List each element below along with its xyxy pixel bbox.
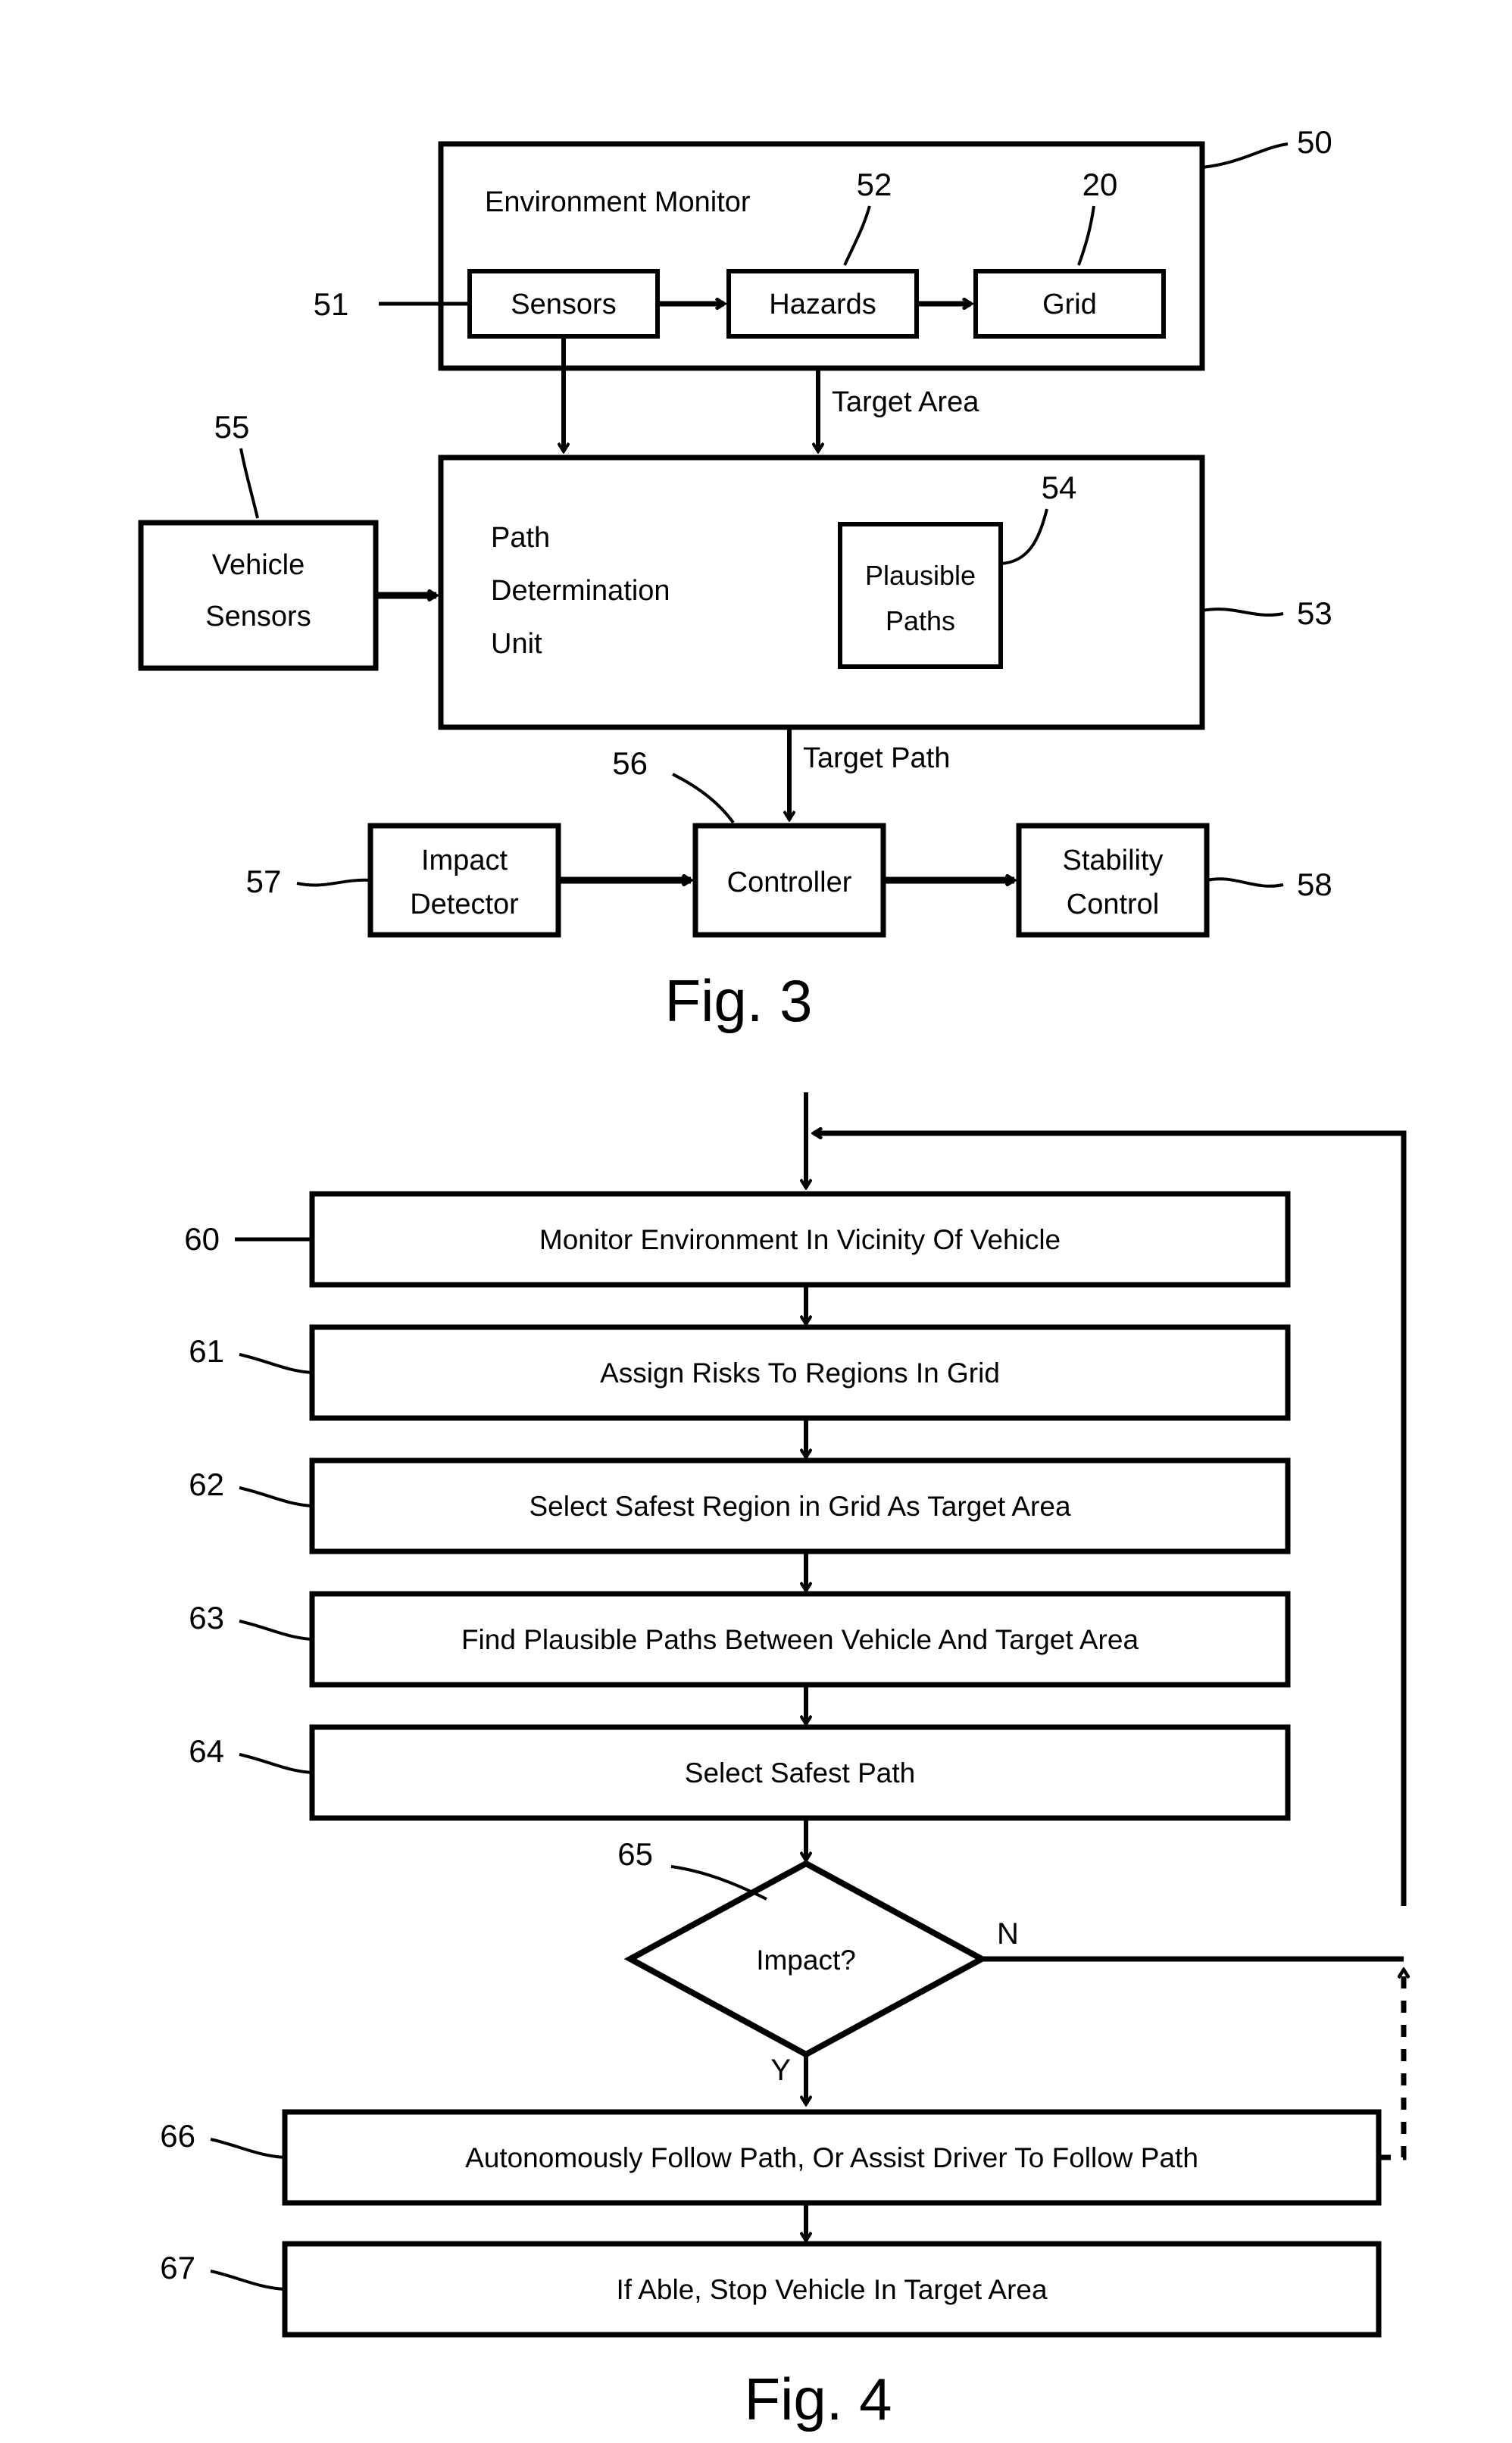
flow-step-62-label: Select Safest Region in Grid As Target A… <box>529 1491 1070 1522</box>
sensors-label: Sensors <box>511 289 616 320</box>
flow-step-60-box <box>309 1191 1291 1288</box>
vehicle-sensors-label-line2: Sensors <box>205 601 311 633</box>
path-determination-unit-box <box>438 455 1205 730</box>
environment-monitor-label: Environment Monitor <box>485 186 751 218</box>
flow-step-66-label: Autonomously Follow Path, Or Assist Driv… <box>465 2142 1198 2173</box>
ref-50-number: 50 <box>1297 124 1332 160</box>
stability-control-label-line1: Stability <box>1062 845 1163 876</box>
flow-step-61-box <box>309 1324 1291 1421</box>
flow-step-66-dashed-feedback <box>1379 1970 1404 2160</box>
path-determination-unit-label-line3: Unit <box>491 628 542 660</box>
ref-58-number: 58 <box>1297 867 1332 902</box>
ref-54-number: 54 <box>1042 470 1077 505</box>
ref-20-number: 20 <box>1082 167 1118 202</box>
ref-63-number: 63 <box>189 1600 224 1635</box>
flow-step-67-label: If Able, Stop Vehicle In Target Area <box>616 2274 1048 2305</box>
ref-60-number: 60 <box>184 1221 220 1257</box>
sensors-box <box>467 269 660 339</box>
ref-65-number: 65 <box>617 1836 653 1872</box>
stability-control-label-line2: Control <box>1067 889 1160 920</box>
ref-61-leader <box>239 1353 313 1374</box>
flow-step-63-box <box>309 1591 1291 1688</box>
flow-decision-65-label: Impact? <box>756 1945 856 1976</box>
flow-step-64-box <box>309 1724 1291 1821</box>
ref-56-leader <box>672 773 735 824</box>
ref-65-leader <box>670 1865 767 1901</box>
ref-63-leader <box>239 1620 313 1641</box>
flow-step-61-label: Assign Risks To Regions In Grid <box>600 1357 1000 1389</box>
ref-50-leader <box>1201 142 1289 169</box>
impact-detector-label-line2: Detector <box>410 889 519 920</box>
flow-step-63-label: Find Plausible Paths Between Vehicle And… <box>461 1624 1139 1655</box>
stability-control-box <box>1016 823 1210 938</box>
ref-67-leader <box>210 2270 286 2291</box>
ref-66-number: 66 <box>160 2118 195 2154</box>
flow-decision-65-diamond <box>623 1860 989 2058</box>
flow-step-62-box <box>309 1457 1291 1554</box>
path-determination-unit-label-line1: Path <box>491 522 550 554</box>
impact-detector-box <box>367 823 561 938</box>
plausible-paths-label-line2: Paths <box>886 605 955 636</box>
ref-53-number: 53 <box>1297 595 1332 631</box>
controller-label: Controller <box>727 867 852 898</box>
ref-54-leader <box>1000 508 1048 565</box>
ref-20-leader <box>1077 205 1095 266</box>
patent-drawing-sheet: Environment Monitor Sensors Hazards Grid… <box>0 0 1512 2443</box>
controller-box <box>692 823 886 938</box>
ref-52-leader <box>843 205 871 266</box>
ref-67-number: 67 <box>160 2250 195 2285</box>
target-path-edge-label: Target Path <box>803 742 950 774</box>
flow-loopback-line <box>814 1133 1407 1204</box>
ref-56-number: 56 <box>612 745 648 781</box>
grid-box <box>973 269 1166 339</box>
ref-51-number: 51 <box>314 286 349 322</box>
impact-detector-label-line1: Impact <box>421 845 508 876</box>
figure-3-and-4-canvas: Environment Monitor Sensors Hazards Grid… <box>138 124 1512 2432</box>
environment-monitor-box <box>438 141 1205 371</box>
path-determination-unit-label-line2: Determination <box>491 575 670 607</box>
flow-step-60-label: Monitor Environment In Vicinity Of Vehic… <box>539 1224 1061 1255</box>
hazards-box <box>726 269 919 339</box>
ref-66-leader <box>210 2138 286 2159</box>
flow-step-67-box <box>282 2241 1382 2338</box>
ref-52-number: 52 <box>857 167 892 202</box>
ref-55-leader <box>239 448 259 519</box>
ref-53-leader <box>1201 608 1284 617</box>
ref-64-leader <box>239 1753 313 1774</box>
flow-step-64-label: Select Safest Path <box>685 1757 915 1789</box>
ref-55-number: 55 <box>214 409 250 445</box>
flow-step-66-box <box>282 2109 1382 2206</box>
plausible-paths-box <box>838 522 1003 669</box>
flow-decision-no-label: N <box>997 1917 1019 1951</box>
ref-57-leader <box>296 878 371 887</box>
figure-4-caption: Fig. 4 <box>744 2366 892 2432</box>
grid-label: Grid <box>1042 289 1097 320</box>
target-area-edge-label: Target Area <box>832 386 979 418</box>
vehicle-sensors-label-line1: Vehicle <box>212 549 305 581</box>
ref-61-number: 61 <box>189 1333 224 1369</box>
vehicle-sensors-box <box>138 520 379 671</box>
flow-decision-yes-label: Y <box>770 2054 791 2087</box>
hazards-label: Hazards <box>769 289 876 320</box>
ref-64-number: 64 <box>189 1733 224 1769</box>
figure-3-caption: Fig. 3 <box>664 967 812 1034</box>
ref-62-leader <box>239 1486 313 1507</box>
ref-58-leader <box>1206 877 1284 888</box>
plausible-paths-label-line1: Plausible <box>865 560 976 591</box>
ref-62-number: 62 <box>189 1467 224 1502</box>
ref-57-number: 57 <box>246 864 282 899</box>
